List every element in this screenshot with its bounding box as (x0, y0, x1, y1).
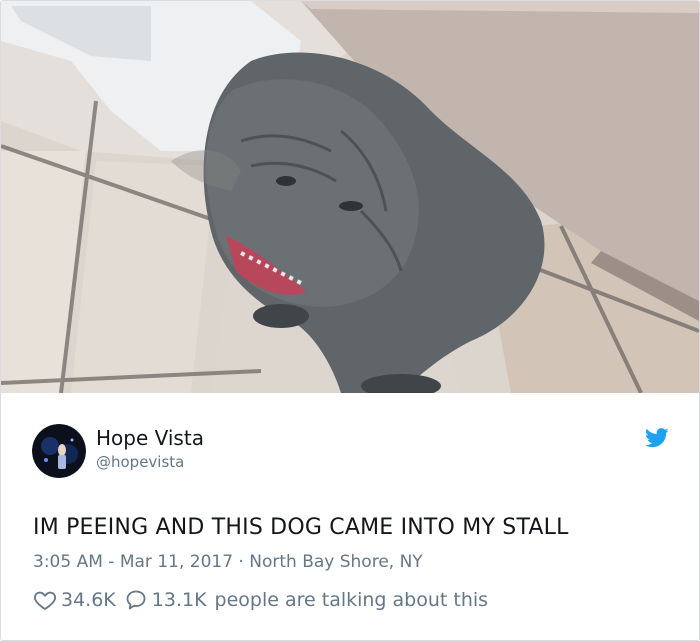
speech-bubble-icon[interactable] (124, 588, 148, 612)
tweet-actions: 34.6K 13.1K people are talking about thi… (33, 587, 488, 613)
heart-icon[interactable] (33, 588, 57, 612)
tweet-meta: 3:05 AM - Mar 11, 2017 · North Bay Shore… (33, 552, 423, 572)
tweet-date[interactable]: Mar 11, 2017 (120, 552, 233, 572)
avatar-image (32, 424, 86, 478)
reply-count[interactable]: 13.1K (152, 589, 207, 611)
twitter-bird-icon[interactable] (645, 427, 669, 449)
author-handle[interactable]: @hopevista (96, 453, 184, 471)
tweet-location[interactable]: North Bay Shore, NY (249, 552, 422, 572)
location-separator: · (233, 552, 250, 572)
date-separator: - (102, 552, 120, 572)
tweet-photo[interactable] (1, 1, 699, 393)
tweet-time[interactable]: 3:05 AM (33, 552, 103, 572)
tweet-card: Hope Vista @hopevista IM PEEING AND THIS… (0, 0, 700, 641)
like-count[interactable]: 34.6K (61, 589, 116, 611)
author-name[interactable]: Hope Vista (96, 426, 204, 450)
dog-photo-illustration (1, 1, 699, 393)
author-avatar[interactable] (32, 424, 86, 478)
tweet-text: IM PEEING AND THIS DOG CAME INTO MY STAL… (33, 515, 569, 540)
talking-about-text[interactable]: people are talking about this (215, 589, 489, 611)
tweet-header: Hope Vista @hopevista (32, 424, 679, 480)
